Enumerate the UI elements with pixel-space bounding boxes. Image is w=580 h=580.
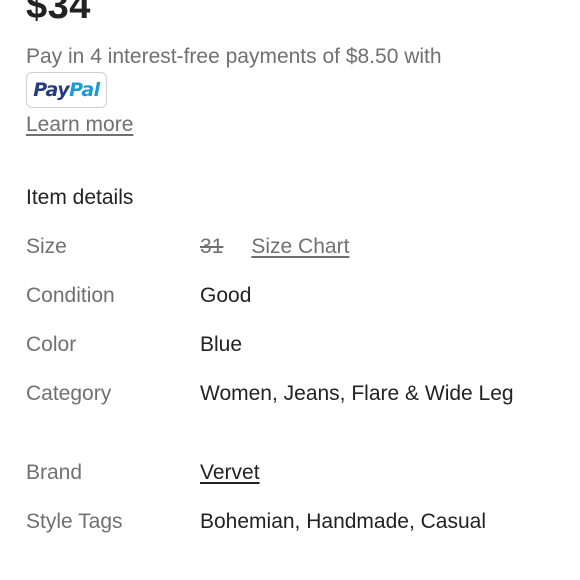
style-tags-label: Style Tags: [26, 510, 123, 533]
item-details-heading: Item details: [26, 186, 134, 209]
paypal-badge[interactable]: Pay Pal: [26, 72, 107, 108]
paypal-logo-part-pay: Pay: [33, 79, 70, 101]
size-chart-link[interactable]: Size Chart: [251, 235, 349, 258]
color-label: Color: [26, 333, 77, 356]
style-tags-value: Bohemian, Handmade, Casual: [200, 510, 487, 533]
size-value: 31: [200, 235, 224, 258]
category-value: Women, Jeans, Flare & Wide Leg: [200, 382, 514, 405]
learn-more-link[interactable]: Learn more: [26, 111, 133, 139]
brand-link[interactable]: Vervet: [200, 461, 260, 484]
price: $34: [26, 0, 91, 27]
condition-label: Condition: [26, 284, 115, 307]
color-value: Blue: [200, 333, 243, 356]
brand-value-row: Vervet: [200, 457, 545, 488]
category-label: Category: [26, 382, 112, 405]
condition-value: Good: [200, 284, 252, 307]
size-label: Size: [26, 235, 67, 258]
installment-text: Pay in 4 interest-free payments of $8.50…: [26, 45, 442, 68]
size-value-row: 31 Size Chart: [200, 231, 545, 262]
brand-label: Brand: [26, 461, 83, 484]
paypal-logo-part-pal: Pal: [69, 79, 100, 101]
